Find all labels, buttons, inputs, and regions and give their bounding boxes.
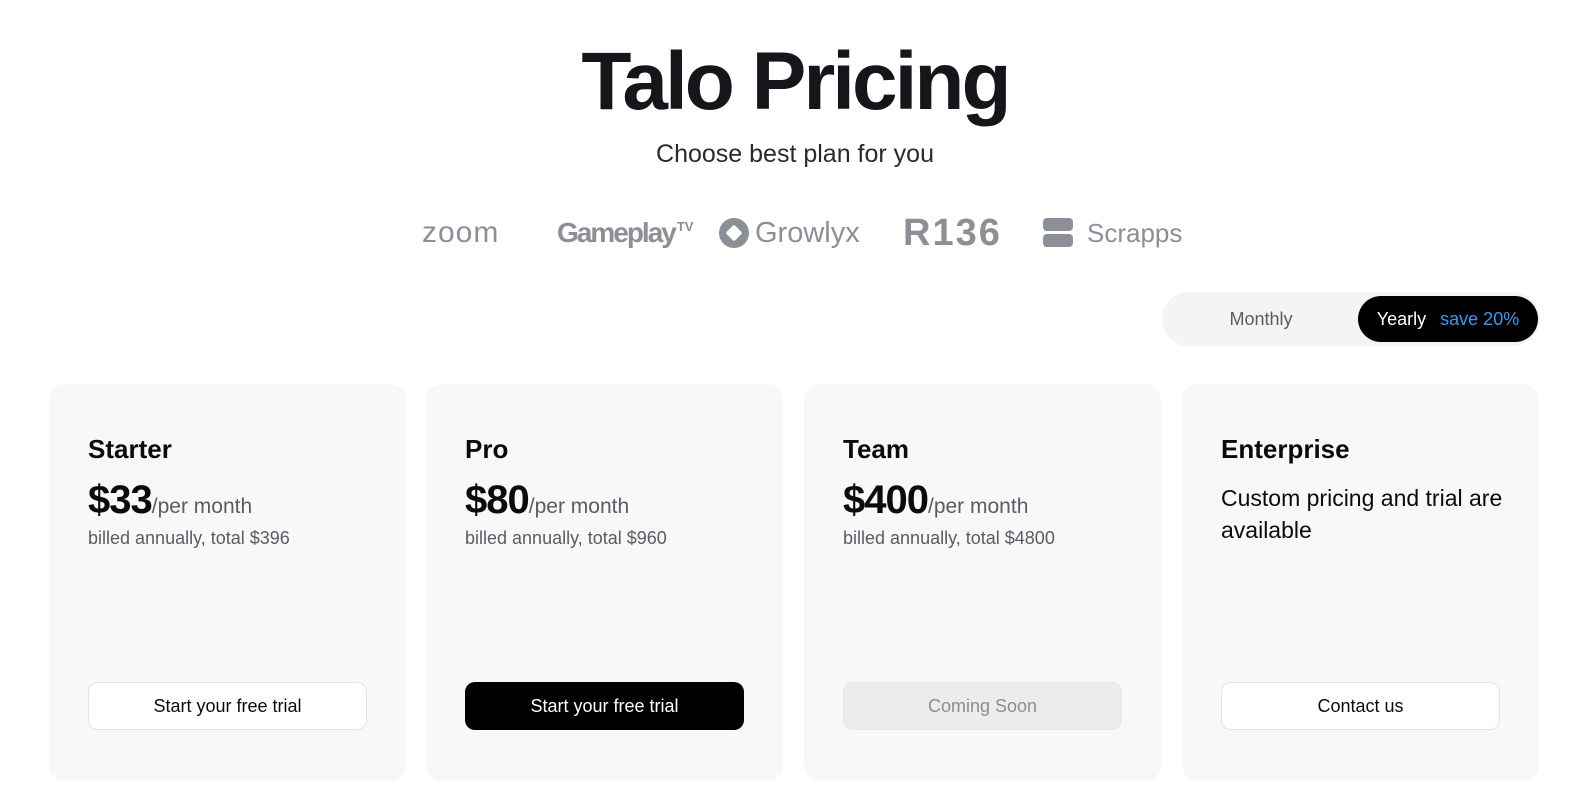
plan-period: /per month bbox=[151, 495, 253, 518]
plan-price-line: $80/per month bbox=[465, 478, 629, 523]
pricing-page: Talo Pricing Choose best plan for you zo… bbox=[0, 0, 1590, 802]
plan-card-team: Team $400/per month billed annually, tot… bbox=[804, 384, 1161, 781]
contact-us-button[interactable]: Contact us bbox=[1221, 682, 1500, 730]
plan-price-line: $33/per month bbox=[88, 478, 252, 523]
scrapps-logo-text: Scrapps bbox=[1087, 217, 1183, 248]
plan-card-enterprise: Enterprise Custom pricing and trial are … bbox=[1182, 384, 1539, 781]
plan-period: /per month bbox=[927, 495, 1029, 518]
gameplay-logo-tv-suffix: TV bbox=[676, 218, 694, 234]
scrapps-mark-icon bbox=[1043, 218, 1073, 248]
customer-logos: zoom Gameplay TV Growlyx R136 Scrapps bbox=[0, 208, 1590, 258]
page-subtitle: Choose best plan for you bbox=[656, 140, 934, 168]
page-title: Talo Pricing bbox=[581, 36, 1011, 127]
plan-price-line: $400/per month bbox=[843, 478, 1028, 523]
scrapps-logo: Scrapps bbox=[1043, 208, 1182, 258]
pro-free-trial-button[interactable]: Start your free trial bbox=[465, 682, 744, 730]
gameplay-tv-logo: Gameplay TV bbox=[557, 208, 693, 258]
plan-name: Starter bbox=[88, 434, 172, 464]
zoom-logo-text: zoom bbox=[422, 216, 500, 249]
yearly-label: Yearly bbox=[1376, 308, 1427, 329]
zoom-logo: zoom bbox=[422, 208, 499, 258]
plan-card-pro: Pro $80/per month billed annually, total… bbox=[426, 384, 783, 781]
starter-free-trial-button[interactable]: Start your free trial bbox=[88, 682, 367, 730]
monthly-toggle-option[interactable]: Monthly bbox=[1162, 292, 1360, 346]
billing-period-toggle: Monthly Yearly save 20% bbox=[1162, 292, 1540, 346]
monthly-label: Monthly bbox=[1229, 308, 1293, 329]
team-coming-soon-button: Coming Soon bbox=[843, 682, 1122, 730]
r136-logo: R136 bbox=[903, 208, 1002, 258]
button-label: Start your free trial bbox=[530, 695, 679, 716]
plan-price: $400 bbox=[843, 478, 929, 522]
plan-price: $33 bbox=[88, 478, 153, 522]
growlyx-mark-icon bbox=[719, 218, 749, 248]
plan-name: Enterprise bbox=[1221, 434, 1350, 464]
yearly-toggle-option[interactable]: Yearly save 20% bbox=[1358, 296, 1538, 342]
button-label: Contact us bbox=[1317, 695, 1404, 716]
plan-billing-note: billed annually, total $4800 bbox=[843, 528, 1055, 548]
growlyx-logo: Growlyx bbox=[719, 208, 860, 258]
plan-description: Custom pricing and trial are available bbox=[1221, 485, 1503, 543]
button-label: Coming Soon bbox=[927, 695, 1038, 716]
growlyx-logo-text: Growlyx bbox=[755, 216, 860, 249]
yearly-save-badge: save 20% bbox=[1440, 308, 1520, 329]
plan-name: Pro bbox=[465, 434, 509, 464]
button-label: Start your free trial bbox=[153, 695, 302, 716]
r136-logo-text: R136 bbox=[903, 211, 1002, 254]
plan-price: $80 bbox=[465, 478, 530, 522]
gameplay-logo-text: Gameplay bbox=[557, 217, 677, 248]
plan-period: /per month bbox=[528, 495, 630, 518]
plan-billing-note: billed annually, total $396 bbox=[88, 528, 290, 548]
plan-name: Team bbox=[843, 434, 909, 464]
plan-billing-note: billed annually, total $960 bbox=[465, 528, 667, 548]
plan-card-starter: Starter $33/per month billed annually, t… bbox=[49, 384, 406, 781]
